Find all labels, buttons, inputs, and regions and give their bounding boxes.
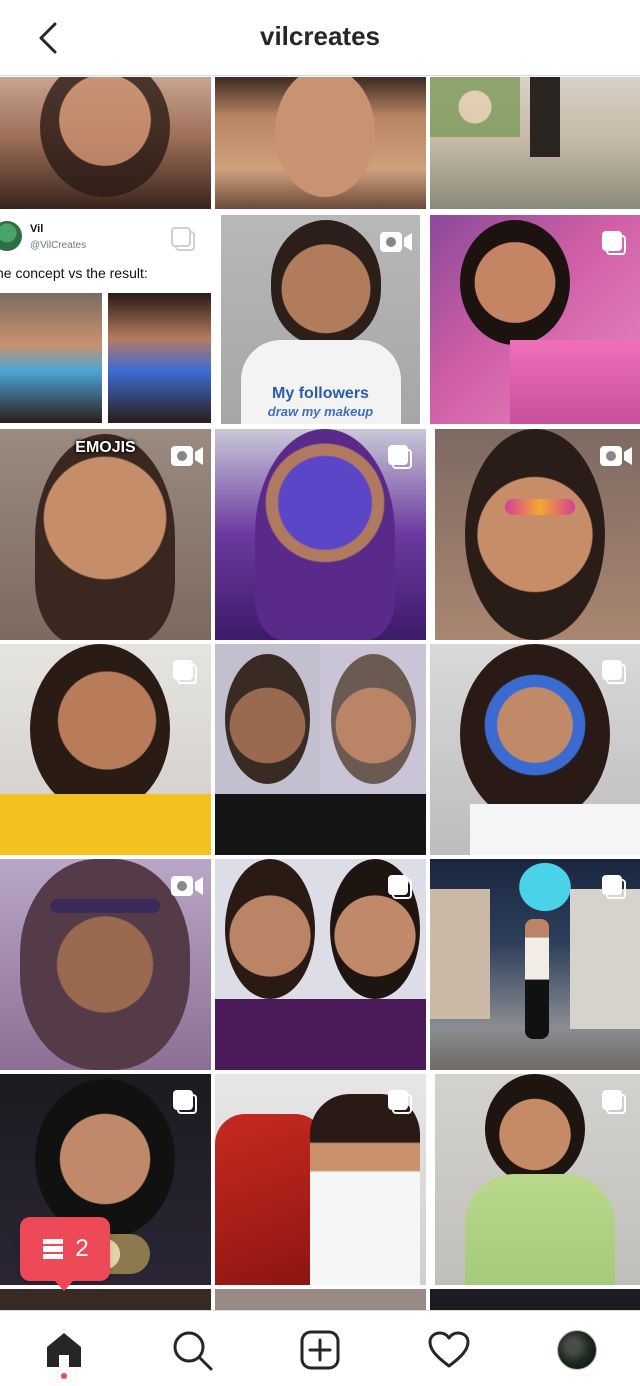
grid-post-row3-col3[interactable] — [435, 429, 640, 640]
grid-post-row5-col2[interactable] — [215, 859, 426, 1070]
video-caption-line2: draw my makeup — [267, 404, 374, 419]
nav-home[interactable] — [41, 1327, 87, 1373]
multiple-posts-icon — [173, 1090, 197, 1114]
grid-post-row3-col2[interactable] — [215, 429, 426, 640]
photo-grid: Vil @VilCreates he concept vs the result… — [0, 77, 640, 1310]
grid-post-row7-col3[interactable] — [430, 1289, 640, 1310]
home-active-dot — [61, 1373, 67, 1379]
grid-post-row1-col1[interactable] — [0, 77, 211, 209]
tweet-text: he concept vs the result: — [0, 265, 148, 281]
video-camera-icon — [380, 232, 412, 252]
nav-new-post[interactable] — [297, 1327, 343, 1373]
bottom-navigation — [0, 1310, 640, 1386]
profile-avatar — [557, 1330, 597, 1370]
multiple-posts-icon — [602, 660, 626, 684]
grid-post-row4-col2[interactable] — [215, 644, 426, 855]
multiple-posts-icon — [171, 227, 195, 251]
home-icon — [47, 1333, 81, 1367]
grid-post-row4-col1[interactable] — [0, 644, 211, 855]
multiple-posts-icon — [388, 875, 412, 899]
grid-post-row1-col2[interactable] — [215, 77, 426, 209]
grid-post-row2-col2[interactable]: My followers draw my makeup — [221, 215, 420, 424]
tweet-image-concept — [0, 293, 102, 423]
multiple-posts-icon — [602, 1090, 626, 1114]
grid-post-row5-col3[interactable] — [430, 859, 640, 1070]
grid-post-row7-col1[interactable] — [0, 1289, 211, 1310]
video-caption-line1: My followers — [272, 385, 369, 402]
profile-username-title: vilcreates — [260, 21, 380, 51]
add-post-icon — [300, 1330, 340, 1370]
grid-post-row4-col3[interactable] — [430, 644, 640, 855]
grid-post-row6-col2[interactable] — [215, 1074, 426, 1285]
video-camera-icon — [600, 446, 632, 466]
video-camera-icon — [171, 446, 203, 466]
nav-search[interactable] — [169, 1327, 215, 1373]
tweet-author-handle: @VilCreates — [30, 240, 87, 251]
multiple-posts-icon — [388, 1090, 412, 1114]
tweet-author-name: Vil — [30, 223, 44, 235]
multiple-posts-icon — [602, 231, 626, 255]
tweet-image-result — [108, 293, 211, 423]
grid-post-row7-col2[interactable] — [215, 1289, 426, 1310]
notification-count: 2 — [75, 1235, 89, 1262]
new-posts-notification[interactable]: 2 — [20, 1217, 110, 1291]
grid-post-row2-col3[interactable] — [430, 215, 640, 424]
grid-post-row5-col1[interactable] — [0, 859, 211, 1070]
grid-post-row1-col3[interactable] — [430, 77, 640, 209]
search-icon — [173, 1331, 213, 1371]
multiple-posts-icon — [388, 445, 412, 469]
tweet-avatar — [0, 221, 22, 251]
video-camera-icon — [171, 876, 203, 896]
grid-post-row3-col1[interactable]: EMOJIS — [0, 429, 211, 640]
multiple-posts-icon — [173, 660, 197, 684]
multiple-posts-icon — [602, 875, 626, 899]
nav-profile[interactable] — [554, 1327, 600, 1373]
heart-icon — [428, 1331, 470, 1368]
grid-post-row6-col3[interactable] — [435, 1074, 640, 1285]
grid-post-row2-col1[interactable]: Vil @VilCreates he concept vs the result… — [0, 213, 211, 424]
top-bar: vilcreates — [0, 0, 640, 76]
nav-activity[interactable] — [426, 1327, 472, 1373]
posts-stack-icon — [43, 1239, 64, 1259]
